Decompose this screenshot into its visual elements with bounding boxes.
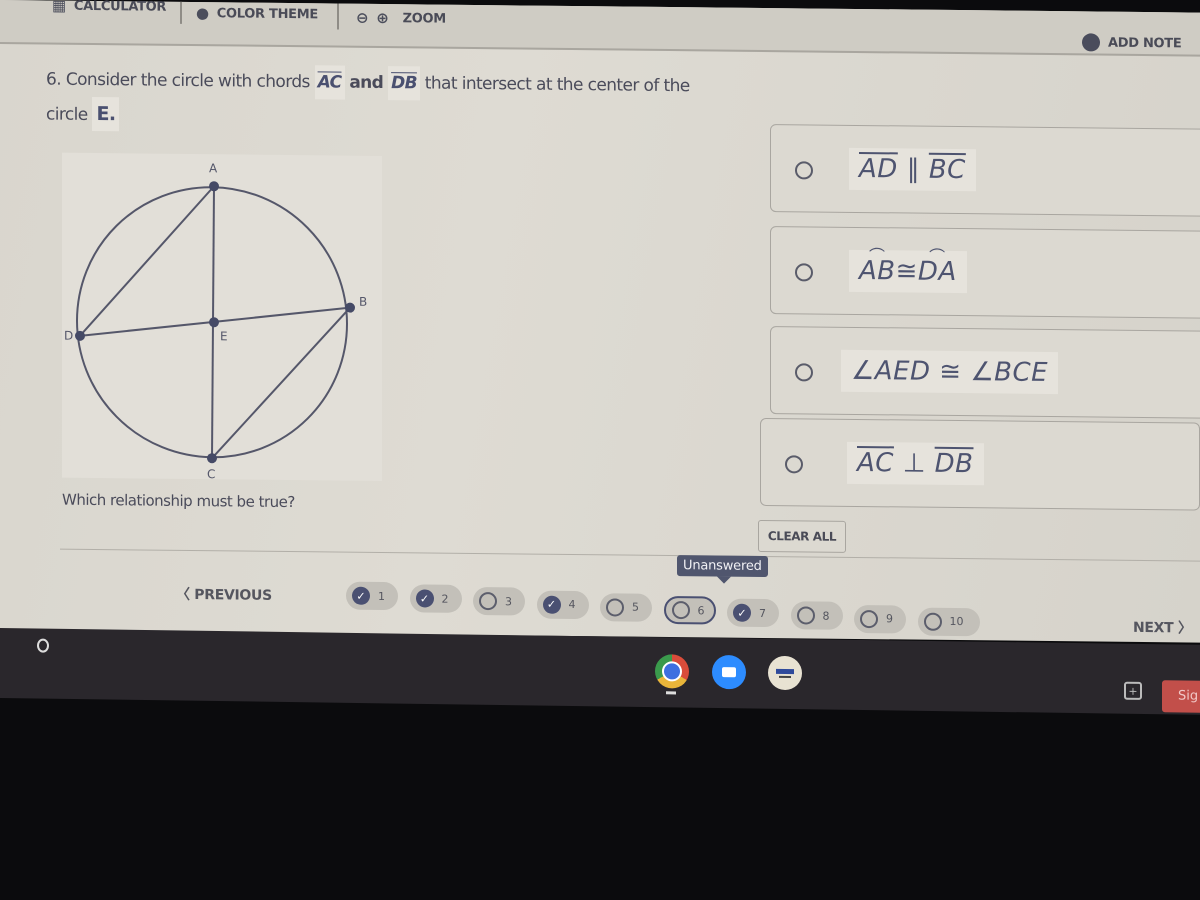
question-number: 3	[505, 595, 512, 609]
radio-button[interactable]	[795, 363, 813, 382]
question-nav-10[interactable]: 10	[917, 607, 980, 637]
running-indicator	[666, 691, 676, 695]
divider	[60, 548, 1200, 562]
point-e	[209, 317, 219, 328]
next-button[interactable]: NEXT 〉	[1133, 617, 1192, 638]
screen-capture-icon[interactable]: +	[1124, 681, 1142, 700]
question-number: 9	[886, 612, 893, 626]
choice-expression: ∠AED ≅ ∠BCE	[841, 349, 1059, 395]
check-icon: ✓	[352, 586, 370, 605]
check-icon: ✓	[415, 589, 434, 608]
zoom-controls: ⊖ ⊕ ZOOM	[356, 9, 446, 28]
zoom-app-icon[interactable]	[712, 654, 746, 690]
question-nav-3[interactable]: 3	[473, 587, 525, 616]
label-c: C	[207, 467, 215, 481]
circle-diagram: A B C D E	[62, 152, 382, 481]
segment-ad-line	[79, 185, 215, 337]
chevron-left-icon: 〈	[176, 586, 195, 604]
chevron-right-icon: 〉	[1173, 620, 1192, 637]
choice-d[interactable]: AC ⊥ DB	[760, 417, 1200, 511]
question-nav-4[interactable]: ✓ 4	[536, 590, 589, 619]
sign-button[interactable]: Sig	[1162, 680, 1200, 714]
exam-screen: ▦ CALCULATOR ● COLOR THEME ⊖ ⊕ ZOOM ADD …	[0, 0, 1200, 643]
choice-b[interactable]: AB≅DA	[770, 226, 1200, 319]
radio-button[interactable]	[795, 161, 813, 180]
question-nav-2[interactable]: ✓ 2	[409, 584, 462, 614]
check-icon: ✓	[733, 603, 751, 623]
question-nav-1[interactable]: ✓ 1	[346, 581, 398, 611]
label-b: B	[359, 295, 367, 309]
empty-circle-icon	[860, 609, 878, 628]
chord-db: DB	[388, 66, 420, 101]
toolbar: ▦ CALCULATOR ● COLOR THEME ⊖ ⊕ ZOOM ADD …	[0, 0, 1200, 57]
question-number: 7	[759, 606, 766, 620]
question-number: 2	[441, 592, 449, 606]
radio-button[interactable]	[785, 455, 803, 474]
chord-ac: AC	[314, 65, 345, 100]
question-number: 10	[949, 615, 964, 629]
label-d: D	[64, 329, 73, 343]
unanswered-tooltip: Unanswered	[677, 555, 768, 578]
note-icon	[1082, 33, 1100, 52]
question-number: 5	[632, 600, 639, 614]
segment-bc-line	[211, 306, 351, 459]
empty-circle-icon	[606, 598, 624, 617]
color-theme-button[interactable]: ● COLOR THEME	[196, 4, 318, 23]
palette-icon: ●	[196, 4, 209, 23]
center-point-e: E.	[92, 96, 120, 132]
question-number: 1	[378, 589, 385, 603]
question-nav-9[interactable]: 9	[854, 604, 906, 634]
zoom-out-icon[interactable]: ⊖	[356, 9, 368, 27]
zoom-in-icon[interactable]: ⊕	[376, 9, 388, 27]
zoom-label: ZOOM	[402, 10, 446, 27]
question-text: 6. Consider the circle with chords AC an…	[46, 62, 706, 138]
empty-circle-icon	[796, 606, 815, 625]
radio-button[interactable]	[795, 263, 813, 282]
choice-expression: AD ∥ BC	[849, 147, 976, 192]
question-number: 4	[568, 598, 576, 612]
question-nav-5[interactable]: 5	[600, 593, 652, 622]
app-icon[interactable]	[768, 655, 802, 691]
chrome-icon[interactable]	[655, 654, 689, 689]
calculator-button[interactable]: ▦ CALCULATOR	[52, 0, 166, 16]
os-shelf: + Sig	[0, 628, 1200, 715]
choice-c[interactable]: ∠AED ≅ ∠BCE	[770, 326, 1200, 419]
empty-circle-icon	[671, 601, 690, 620]
empty-circle-icon	[479, 592, 497, 611]
previous-button[interactable]: 〈 PREVIOUS	[176, 584, 272, 605]
toolbar-divider	[180, 1, 182, 24]
question-number: 6	[697, 603, 705, 617]
toolbar-divider	[337, 3, 339, 30]
question-number: 8	[822, 609, 830, 623]
label-a: A	[209, 161, 218, 175]
question-nav-8[interactable]: 8	[790, 601, 843, 631]
question-prompt: Which relationship must be true?	[62, 490, 295, 512]
choice-expression: AB≅DA	[849, 249, 967, 294]
choice-expression: AC ⊥ DB	[847, 441, 984, 486]
add-note-button[interactable]: ADD NOTE	[1082, 33, 1181, 52]
calculator-icon: ▦	[52, 0, 66, 15]
launcher-icon[interactable]	[37, 638, 49, 653]
label-e: E	[220, 329, 228, 343]
empty-circle-icon	[923, 612, 942, 631]
choice-a[interactable]: AD ∥ BC	[770, 124, 1200, 217]
clear-all-button[interactable]: CLEAR ALL	[758, 519, 846, 553]
question-nav-7[interactable]: ✓ 7	[727, 598, 779, 628]
question-nav-6[interactable]: 6	[663, 595, 716, 625]
check-icon: ✓	[542, 595, 561, 614]
